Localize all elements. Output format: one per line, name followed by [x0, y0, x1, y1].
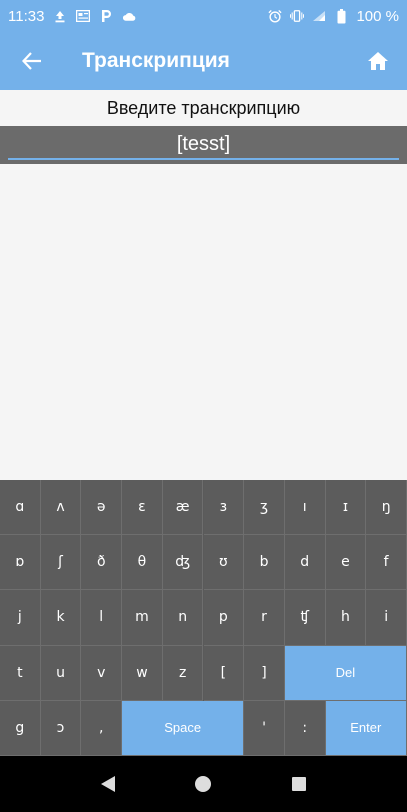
news-icon	[76, 9, 91, 23]
ipa-key[interactable]: ʤ	[162, 535, 204, 591]
back-button[interactable]	[0, 32, 64, 90]
ipa-key[interactable]: b	[244, 535, 285, 591]
battery-icon	[334, 8, 348, 23]
ipa-key[interactable]: ŋ	[366, 480, 407, 536]
ipa-key[interactable]: i	[366, 590, 407, 646]
p-icon	[99, 9, 113, 23]
ipa-key[interactable]: ı	[284, 480, 326, 536]
ipa-key[interactable]: ɛ	[122, 480, 163, 536]
ipa-key[interactable]: æ	[162, 480, 204, 536]
ipa-key[interactable]: [	[203, 645, 245, 701]
del-key[interactable]: Del	[284, 645, 407, 701]
vibrate-icon	[290, 9, 305, 23]
ipa-key[interactable]: ə	[81, 480, 123, 536]
ipa-key[interactable]: '	[244, 700, 285, 756]
ipa-key[interactable]: k	[40, 590, 82, 646]
app-bar: Транскрипция	[0, 32, 407, 90]
ipa-key[interactable]: v	[81, 645, 123, 701]
ipa-key[interactable]: ʃ	[40, 535, 82, 591]
instruction-label: Введите транскрипцию	[0, 90, 407, 126]
content-area	[0, 164, 407, 480]
home-circle-icon	[195, 776, 212, 792]
ipa-key[interactable]: l	[81, 590, 123, 646]
ipa-key[interactable]: n	[162, 590, 204, 646]
status-right: 100 %	[268, 8, 399, 25]
status-bar: 11:33 100 %	[0, 0, 407, 32]
ipa-key[interactable]: ,	[81, 700, 123, 756]
ipa-key[interactable]: ɑ	[0, 480, 41, 536]
recents-square-icon	[292, 777, 307, 791]
cloud-icon	[122, 9, 136, 23]
ipa-key[interactable]: ɜ	[203, 480, 245, 536]
nav-home-button[interactable]	[183, 764, 223, 804]
ipa-key[interactable]: z	[162, 645, 204, 701]
home-button[interactable]	[349, 32, 407, 90]
input-container	[0, 126, 407, 164]
ipa-key[interactable]: p	[203, 590, 245, 646]
ipa-key[interactable]: h	[325, 590, 367, 646]
ipa-key[interactable]: θ	[122, 535, 163, 591]
ipa-key[interactable]: ʌ	[40, 480, 82, 536]
ipa-key[interactable]: ʧ	[284, 590, 326, 646]
ipa-key[interactable]: ɪ	[325, 480, 367, 536]
ipa-key[interactable]: j	[0, 590, 41, 646]
back-triangle-icon	[100, 776, 115, 792]
ipa-key[interactable]: u	[40, 645, 82, 701]
space-key[interactable]: Space	[122, 700, 245, 756]
ipa-key[interactable]: ]	[244, 645, 285, 701]
upload-icon	[53, 9, 67, 23]
ipa-key[interactable]: g	[0, 700, 41, 756]
ipa-key[interactable]: ʒ	[244, 480, 285, 536]
ipa-key[interactable]: d	[284, 535, 326, 591]
ipa-key[interactable]: ʊ	[203, 535, 245, 591]
ipa-key[interactable]: r	[244, 590, 285, 646]
status-time: 11:33	[8, 7, 45, 25]
ipa-key[interactable]: e	[325, 535, 367, 591]
ipa-key[interactable]: ɔ	[40, 700, 82, 756]
arrow-left-icon	[22, 52, 41, 70]
ipa-key[interactable]: f	[366, 535, 407, 591]
ipa-key[interactable]: t	[0, 645, 41, 701]
ipa-key[interactable]: ɒ	[0, 535, 41, 591]
ipa-key[interactable]: m	[122, 590, 163, 646]
ipa-key[interactable]: w	[122, 645, 163, 701]
enter-key[interactable]: Enter	[325, 700, 407, 756]
system-nav-bar	[0, 756, 407, 812]
ipa-key[interactable]: ð	[81, 535, 123, 591]
page-title: Транскрипция	[82, 49, 230, 72]
nav-recents-button[interactable]	[279, 764, 319, 804]
nav-back-button[interactable]	[88, 764, 128, 804]
signal-icon	[312, 9, 326, 23]
status-left: 11:33	[8, 8, 136, 25]
home-icon	[368, 52, 388, 70]
battery-percent: 100 %	[356, 7, 399, 25]
ipa-key[interactable]: :	[284, 700, 326, 756]
transcription-input[interactable]	[8, 130, 399, 160]
ipa-keyboard: ɑ ʌ ə ɛ æ ɜ ʒ ı ɪ ŋ ɒ ʃ ð θ ʤ ʊ b d e f j k l m n p r ʧ h i t u v w z[] Del…	[0, 480, 407, 756]
alarm-icon	[268, 9, 283, 23]
